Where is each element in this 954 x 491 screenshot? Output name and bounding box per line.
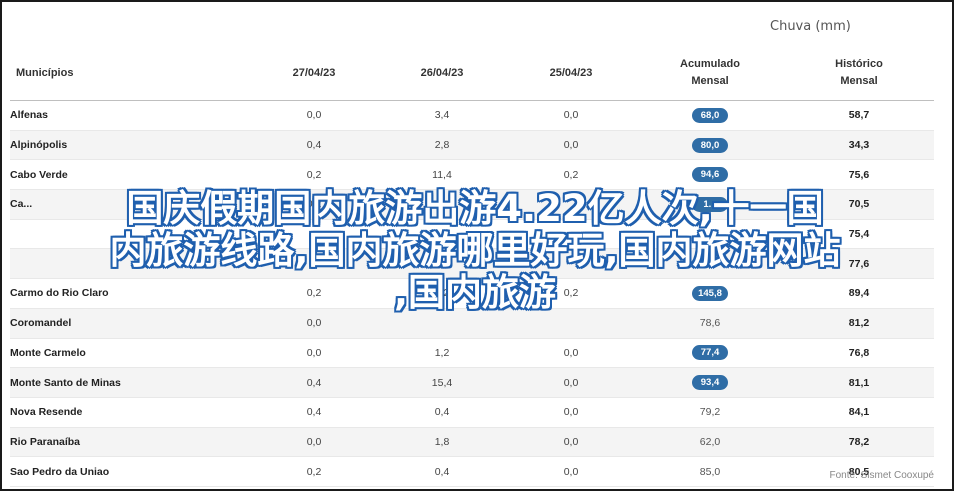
column-header-label: 26/04/23 <box>420 66 464 79</box>
day-27-cell: 0,0 <box>250 338 378 369</box>
municipio-cell: Sao Pedro da Uniao <box>10 456 250 487</box>
acumulado-badge: 93,4 <box>692 375 728 391</box>
column-header[interactable]: Acumulado Mensal <box>636 46 784 101</box>
table-row: Monte Santo de Minas 0,4 15,4 0,0 93,4 81,1 <box>10 367 934 398</box>
headline-line: 国庆假期国内旅游出游4.22亿人次,十一国 <box>126 187 824 230</box>
day-25-cell: 0,0 <box>506 100 636 131</box>
day-26-cell: 11,4 <box>378 159 506 191</box>
municipio-cell: Nova Resende <box>10 397 250 428</box>
column-header-label: Mensal <box>691 75 729 87</box>
column-header-label: Mensal <box>840 75 878 87</box>
day-27-cell: 0,4 <box>250 367 378 398</box>
column-header-label: Acumulado <box>680 58 740 70</box>
table-row: Monte Carmelo 0,0 1,2 0,0 77,4 76,8 <box>10 338 934 369</box>
day-25-cell: 0,0 <box>506 427 636 458</box>
acumulado-cell: 80,0 <box>636 130 784 161</box>
acumulado-cell: 93,4 <box>636 367 784 398</box>
table-row: Alpinópolis 0,4 2,8 0,0 80,0 34,3 <box>10 130 934 161</box>
acumulado-cell: 79,2 <box>636 397 784 428</box>
column-header[interactable]: 25/04/23 <box>506 46 636 101</box>
historico-cell: 78,2 <box>784 427 934 458</box>
day-27-cell: 0,2 <box>250 456 378 487</box>
day-25-cell: 0,2 <box>506 159 636 191</box>
historico-cell: 75,6 <box>784 159 934 191</box>
headline-line: 内旅游线路,国内旅游哪里好玩,国内旅游网站 <box>109 229 841 272</box>
municipio-cell: Rio Paranaíba <box>10 427 250 458</box>
acumulado-value: 85,0 <box>699 465 721 478</box>
day-26-cell: 1,8 <box>378 427 506 458</box>
acumulado-badge: 80,0 <box>692 137 728 153</box>
acumulado-cell: 94,6 <box>636 159 784 191</box>
day-26-cell: 0,4 <box>378 456 506 487</box>
municipio-cell: Monte Santo de Minas <box>10 367 250 398</box>
acumulado-cell: 68,0 <box>636 100 784 131</box>
table-row: Rio Paranaíba 0,0 1,8 0,0 62,0 78,2 <box>10 427 934 458</box>
day-26-cell: 1,2 <box>378 338 506 369</box>
day-27-cell: 0,2 <box>250 159 378 191</box>
column-header[interactable]: Municípios <box>10 46 250 101</box>
column-header-label: Municípios <box>16 66 74 79</box>
unit-label: Chuva (mm) <box>770 19 851 34</box>
day-27-cell: 0,4 <box>250 130 378 161</box>
day-26-cell: 0,4 <box>378 397 506 428</box>
day-25-cell: 0,0 <box>506 338 636 369</box>
historico-cell: 81,1 <box>784 367 934 398</box>
column-header[interactable]: Histórico Mensal <box>784 46 934 101</box>
day-25-cell: 0,0 <box>506 367 636 398</box>
day-26-cell: 2,8 <box>378 130 506 161</box>
table-row: Sao Pedro da Uniao 0,2 0,4 0,0 85,0 80,5 <box>10 456 934 487</box>
column-header[interactable]: 27/04/23 <box>250 46 378 101</box>
headline-line: ,国内旅游 <box>393 271 557 314</box>
column-header[interactable]: 26/04/23 <box>378 46 506 101</box>
table-header-row: Municípios 27/04/23 26/04/23 25/04/23 Acumul… <box>10 46 934 101</box>
acumulado-cell: 85,0 <box>636 456 784 487</box>
day-26-cell: 15,4 <box>378 367 506 398</box>
headline-overlay: 国庆假期国内旅游出游4.22亿人次,十一国 内旅游线路,国内旅游哪里好玩,国内旅游… <box>0 188 950 314</box>
day-27-cell: 0,0 <box>250 427 378 458</box>
acumulado-value: 62,0 <box>699 435 721 448</box>
municipio-cell: Alfenas <box>10 100 250 131</box>
day-26-cell: 3,4 <box>378 100 506 131</box>
historico-cell: 84,1 <box>784 397 934 428</box>
day-25-cell: 0,0 <box>506 130 636 161</box>
municipio-cell: Cabo Verde <box>10 159 250 191</box>
column-header-label: Histórico <box>835 58 883 70</box>
acumulado-cell: 62,0 <box>636 427 784 458</box>
acumulado-value: 79,2 <box>699 406 721 419</box>
day-25-cell: 0,0 <box>506 456 636 487</box>
acumulado-badge: 94,6 <box>692 167 728 183</box>
acumulado-badge: 77,4 <box>692 345 728 361</box>
historico-cell: 76,8 <box>784 338 934 369</box>
day-27-cell: 0,4 <box>250 397 378 428</box>
acumulado-value: 78,6 <box>699 317 721 330</box>
day-25-cell: 0,0 <box>506 397 636 428</box>
municipio-cell: Alpinópolis <box>10 130 250 161</box>
source-credit: Fonte: Sismet Cooxupé <box>829 470 935 481</box>
day-27-cell: 0,0 <box>250 100 378 131</box>
acumulado-badge: 68,0 <box>692 107 728 123</box>
table-row: Alfenas 0,0 3,4 0,0 68,0 58,7 <box>10 100 934 131</box>
table-row: Cabo Verde 0,2 11,4 0,2 94,6 75,6 <box>10 159 934 191</box>
column-header-label: 27/04/23 <box>292 66 336 79</box>
municipio-cell: Monte Carmelo <box>10 338 250 369</box>
acumulado-cell: 77,4 <box>636 338 784 369</box>
table-row: Nova Resende 0,4 0,4 0,0 79,2 84,1 <box>10 397 934 428</box>
historico-cell: 58,7 <box>784 100 934 131</box>
column-header-label: 25/04/23 <box>549 66 593 79</box>
historico-cell: 34,3 <box>784 130 934 161</box>
